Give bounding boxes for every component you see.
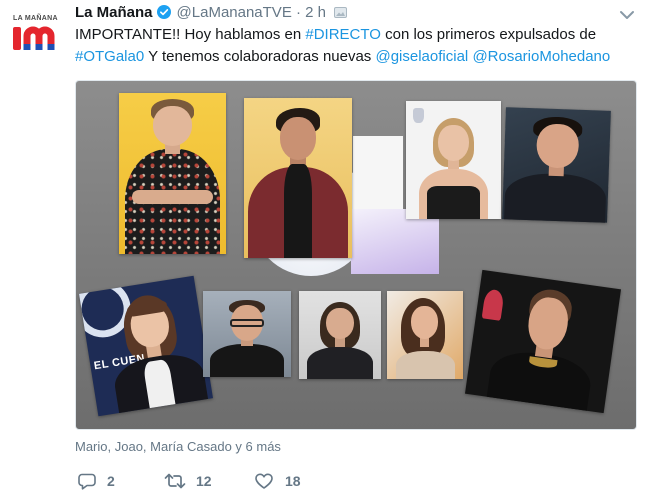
separator: · bbox=[296, 4, 301, 21]
hashtag-directo-link[interactable]: #DIRECTO bbox=[305, 26, 381, 43]
handle[interactable]: @LaMananaTVE bbox=[177, 4, 292, 21]
tweet-text-segment: con los primeros expulsados de bbox=[385, 26, 597, 43]
person-head bbox=[438, 124, 469, 162]
person-body bbox=[504, 172, 607, 223]
backdrop-logo bbox=[481, 287, 505, 321]
person-head bbox=[153, 105, 192, 147]
like-button[interactable]: 18 bbox=[255, 471, 301, 491]
tweet-line-1: IMPORTANTE!! Hoy hablamos en #DIRECTO co… bbox=[75, 24, 610, 46]
person-head bbox=[535, 122, 579, 170]
tweet-text: IMPORTANTE!! Hoy hablamos en #DIRECTO co… bbox=[75, 24, 610, 68]
retweet-button[interactable]: 12 bbox=[164, 471, 212, 491]
verified-badge-icon bbox=[156, 5, 171, 19]
collage-photo-9 bbox=[464, 269, 622, 414]
tweet-line-2: #OTGala0 Y tenemos colaboradoras nuevas … bbox=[75, 46, 610, 68]
mention-giselaoficial-link[interactable]: @giselaoficial bbox=[375, 48, 468, 65]
collage-photo-3 bbox=[406, 101, 501, 219]
logo-wordmark: LA MAÑANA bbox=[13, 13, 58, 22]
person-body bbox=[210, 344, 284, 377]
backdrop-white-panel bbox=[353, 136, 403, 216]
person-jacket bbox=[307, 347, 373, 379]
collage-photo-7 bbox=[299, 291, 381, 379]
tweet-header: La Mañana @LaMananaTVE · 2 h bbox=[75, 3, 348, 23]
chevron-down-icon[interactable] bbox=[619, 9, 635, 21]
la-manana-logo[interactable]: LA MAÑANA bbox=[10, 12, 64, 52]
logo-lm-mark bbox=[13, 26, 55, 50]
retweet-count: 12 bbox=[196, 473, 212, 489]
reply-count: 2 bbox=[107, 473, 115, 489]
collage-photo-6 bbox=[203, 291, 291, 377]
hashtag-otgala0-link[interactable]: #OTGala0 bbox=[75, 48, 144, 65]
collage-photo-5: EL CUEN bbox=[79, 275, 213, 417]
media-icon bbox=[334, 7, 348, 18]
tweet-image[interactable]: EL CUEN bbox=[75, 80, 637, 430]
collage-photo-1 bbox=[119, 93, 226, 254]
person-glasses bbox=[230, 318, 264, 328]
person-head bbox=[279, 117, 317, 161]
crest-emblem bbox=[412, 108, 425, 124]
mention-rosariomohedano-link[interactable]: @RosarioMohedano bbox=[472, 48, 610, 65]
collage-photo-2 bbox=[244, 98, 352, 258]
person-dress bbox=[426, 185, 481, 219]
tweet-text-segment: IMPORTANTE!! Hoy hablamos en bbox=[75, 26, 302, 43]
display-name[interactable]: La Mañana bbox=[75, 4, 153, 21]
person-head bbox=[410, 305, 438, 340]
person-turtleneck bbox=[283, 163, 313, 258]
like-count: 18 bbox=[285, 473, 301, 489]
reply-icon bbox=[78, 473, 96, 490]
reply-button[interactable]: 2 bbox=[78, 471, 115, 491]
collage-photo-4 bbox=[502, 107, 611, 223]
timestamp[interactable]: 2 h bbox=[305, 4, 326, 21]
collage-photo-8 bbox=[387, 291, 463, 379]
liked-by-summary[interactable]: Mario, Joao, María Casado y 6 más bbox=[75, 438, 281, 456]
retweet-icon bbox=[164, 473, 186, 489]
heart-icon bbox=[255, 473, 273, 489]
tweet-text-segment: Y tenemos colaboradoras nuevas bbox=[148, 48, 372, 65]
person-top bbox=[396, 350, 456, 379]
person-crossed-arms bbox=[131, 189, 214, 205]
